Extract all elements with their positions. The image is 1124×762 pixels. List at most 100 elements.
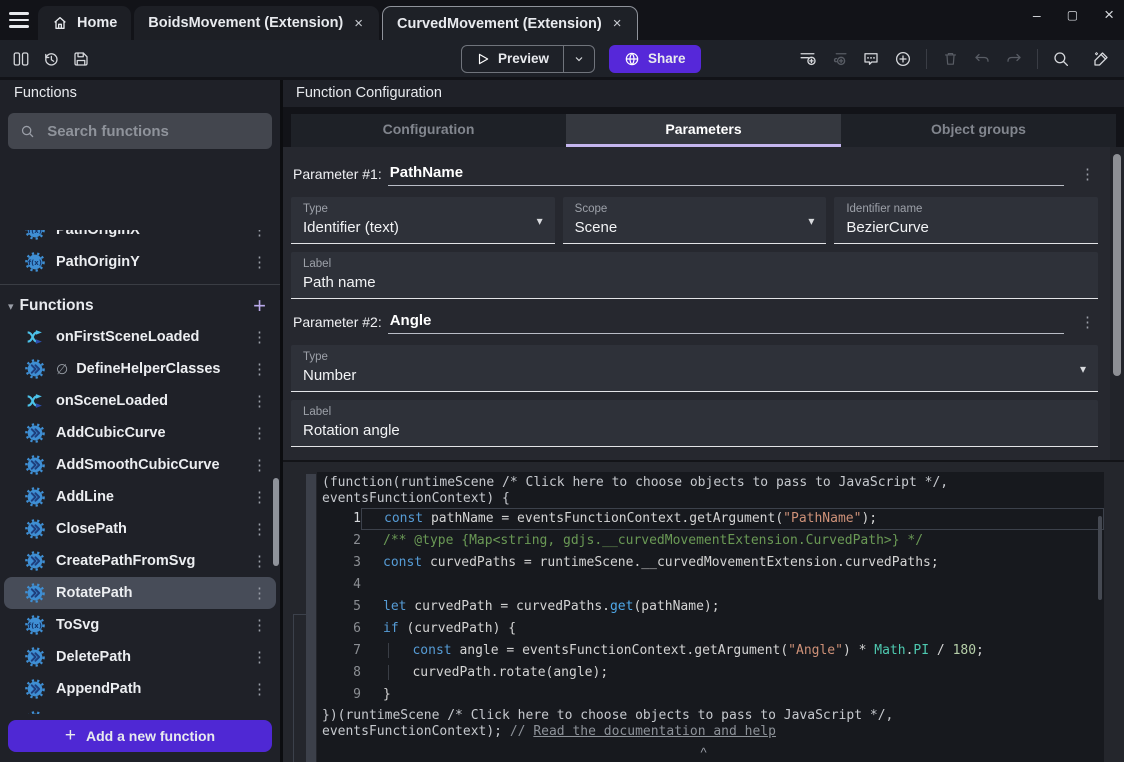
tab-object-groups[interactable]: Object groups bbox=[841, 114, 1116, 147]
parameter-kebab-icon[interactable]: ⋮ bbox=[1080, 313, 1094, 334]
kebab-menu-icon[interactable]: ⋮ bbox=[252, 520, 266, 538]
kebab-menu-icon[interactable]: ⋮ bbox=[252, 230, 266, 239]
maximize-icon[interactable]: ▢ bbox=[1067, 9, 1078, 21]
action-gear-icon bbox=[24, 422, 46, 444]
sidebar-item-pathoriginx[interactable]: f(x)PathOriginX⋮ bbox=[4, 230, 276, 246]
kebab-menu-icon[interactable]: ⋮ bbox=[252, 456, 266, 474]
event-drag-handle[interactable] bbox=[306, 474, 316, 762]
sidebar-item-tosvg[interactable]: f(x)ToSvg⋮ bbox=[4, 609, 276, 641]
theme-brush-icon[interactable] bbox=[1086, 46, 1116, 72]
kebab-menu-icon[interactable]: ⋮ bbox=[252, 328, 266, 346]
close-tab-icon[interactable]: × bbox=[352, 15, 365, 32]
search-icon[interactable] bbox=[1046, 46, 1076, 72]
add-subevent-icon[interactable] bbox=[824, 46, 854, 72]
close-tab-icon[interactable]: × bbox=[611, 15, 624, 32]
code-line-7[interactable]: 7 const angle = eventsFunctionContext.ge… bbox=[317, 640, 1104, 662]
cross-arrows-icon bbox=[24, 326, 46, 348]
kebab-menu-icon[interactable]: ⋮ bbox=[252, 392, 266, 410]
sidebar-item-rotatepath[interactable]: RotatePath⋮ bbox=[4, 577, 276, 609]
code-line-2[interactable]: 2/** @type {Map<string, gdjs.__curvedMov… bbox=[317, 530, 1104, 552]
dropdown-field-scope[interactable]: ScopeScene▾ bbox=[563, 197, 827, 244]
code-line-3[interactable]: 3const curvedPaths = runtimeScene.__curv… bbox=[317, 552, 1104, 574]
action-gear-icon bbox=[24, 486, 46, 508]
add-comment-icon[interactable] bbox=[856, 46, 886, 72]
sidebar-item-duplicatedpath[interactable]: DuplicatedPath⋮ bbox=[4, 705, 276, 714]
sidebar-item-onsceneloaded[interactable]: onSceneLoaded⋮ bbox=[4, 385, 276, 417]
sidebar-item-addcubiccurve[interactable]: AddCubicCurve⋮ bbox=[4, 417, 276, 449]
kebab-menu-icon[interactable]: ⋮ bbox=[252, 488, 266, 506]
code-scrollbar-thumb[interactable] bbox=[1098, 516, 1102, 600]
dropdown-field-type[interactable]: TypeNumber▾ bbox=[291, 345, 1098, 392]
kebab-menu-icon[interactable]: ⋮ bbox=[252, 712, 266, 714]
minimize-icon[interactable]: – bbox=[1033, 8, 1041, 22]
code-line-9[interactable]: 9} bbox=[317, 684, 1104, 706]
parameter-name-input[interactable]: Angle bbox=[388, 312, 1064, 334]
tab-curvedmovement[interactable]: CurvedMovement (Extension) × bbox=[382, 6, 638, 40]
js-code-editor[interactable]: (function(runtimeScene /* Click here to … bbox=[317, 472, 1104, 762]
preview-options-icon[interactable] bbox=[564, 53, 594, 65]
code-line-8[interactable]: 8 curvedPath.rotate(angle); bbox=[317, 662, 1104, 684]
sidebar-item-createpathfromsvg[interactable]: CreatePathFromSvg⋮ bbox=[4, 545, 276, 577]
text-field-label[interactable]: LabelRotation angle bbox=[291, 400, 1098, 447]
history-icon[interactable] bbox=[36, 46, 66, 72]
code-line-1[interactable]: 1const pathName = eventsFunctionContext.… bbox=[317, 508, 1104, 530]
search-input[interactable] bbox=[45, 122, 260, 141]
configuration-tabs: ConfigurationParametersObject groups bbox=[291, 114, 1116, 147]
main-menu-icon[interactable] bbox=[0, 3, 38, 37]
documentation-link[interactable]: Read the documentation and help bbox=[533, 724, 776, 739]
add-new-function-button[interactable]: + Add a new function bbox=[8, 720, 272, 752]
delete-icon[interactable] bbox=[935, 46, 965, 72]
collapse-caret-icon[interactable]: ▾ bbox=[8, 300, 14, 313]
kebab-menu-icon[interactable]: ⋮ bbox=[252, 552, 266, 570]
add-function-plus-icon[interactable]: + bbox=[253, 295, 266, 317]
kebab-menu-icon[interactable]: ⋮ bbox=[252, 616, 266, 634]
tab-configuration[interactable]: Configuration bbox=[291, 114, 566, 147]
code-line-6[interactable]: 6if (curvedPath) { bbox=[317, 618, 1104, 640]
line-number: 5 bbox=[317, 596, 361, 618]
tab-home[interactable]: Home bbox=[38, 6, 131, 40]
functions-group-header[interactable]: ▾ Functions + bbox=[0, 291, 280, 321]
code-line-4[interactable]: 4 bbox=[317, 574, 1104, 596]
search-functions-box[interactable] bbox=[8, 113, 272, 149]
sidebar-item-addline[interactable]: AddLine⋮ bbox=[4, 481, 276, 513]
cross-arrows-icon bbox=[24, 390, 46, 412]
sidebar-item-definehelperclasses[interactable]: ∅DefineHelperClasses⋮ bbox=[4, 353, 276, 385]
tab-boidsmovement[interactable]: BoidsMovement (Extension) × bbox=[134, 6, 379, 40]
add-element-icon[interactable] bbox=[888, 46, 918, 72]
kebab-menu-icon[interactable]: ⋮ bbox=[252, 360, 266, 378]
add-event-icon[interactable] bbox=[792, 46, 822, 72]
sidebar-item-appendpath[interactable]: AppendPath⋮ bbox=[4, 673, 276, 705]
text-field-label[interactable]: LabelPath name bbox=[291, 252, 1098, 299]
caret-up-icon[interactable]: ^ bbox=[700, 745, 706, 760]
sidebar-item-closepath[interactable]: ClosePath⋮ bbox=[4, 513, 276, 545]
code-line-5[interactable]: 5let curvedPath = curvedPaths.get(pathNa… bbox=[317, 596, 1104, 618]
dropdown-field-type[interactable]: TypeIdentifier (text)▾ bbox=[291, 197, 555, 244]
parameter-kebab-icon[interactable]: ⋮ bbox=[1080, 165, 1094, 186]
sidebar-scrollbar-thumb[interactable] bbox=[273, 478, 279, 566]
close-window-icon[interactable]: × bbox=[1104, 6, 1114, 23]
undo-icon[interactable] bbox=[967, 46, 997, 72]
field-label: Scope bbox=[575, 203, 815, 215]
parameters-scrollbar-thumb[interactable] bbox=[1113, 154, 1121, 376]
redo-icon[interactable] bbox=[999, 46, 1029, 72]
parameter-index-label: Parameter #2: bbox=[293, 314, 382, 334]
kebab-menu-icon[interactable]: ⋮ bbox=[252, 253, 266, 271]
save-icon[interactable] bbox=[66, 46, 96, 72]
js-wrapper-footer: })(runtimeScene /* Click here to choose … bbox=[317, 706, 1104, 739]
parameter-name-input[interactable]: PathName bbox=[388, 164, 1064, 186]
kebab-menu-icon[interactable]: ⋮ bbox=[252, 648, 266, 666]
sidebar-item-pathoriginy[interactable]: f(x)PathOriginY⋮ bbox=[4, 246, 276, 278]
preview-button[interactable]: Preview bbox=[462, 51, 563, 66]
kebab-menu-icon[interactable]: ⋮ bbox=[252, 680, 266, 698]
text-field-identifier-name[interactable]: Identifier nameBezierCurve bbox=[834, 197, 1098, 244]
add-function-label: Add a new function bbox=[86, 728, 215, 744]
kebab-menu-icon[interactable]: ⋮ bbox=[252, 424, 266, 442]
sidebar-item-deletepath[interactable]: DeletePath⋮ bbox=[4, 641, 276, 673]
open-panels-icon[interactable] bbox=[6, 46, 36, 72]
sidebar-item-addsmoothcubiccurve[interactable]: AddSmoothCubicCurve⋮ bbox=[4, 449, 276, 481]
share-button[interactable]: Share bbox=[609, 45, 701, 73]
kebab-menu-icon[interactable]: ⋮ bbox=[252, 584, 266, 602]
svg-text:f(x): f(x) bbox=[28, 259, 42, 267]
sidebar-item-onfirstsceneloaded[interactable]: onFirstSceneLoaded⋮ bbox=[4, 321, 276, 353]
tab-parameters[interactable]: Parameters bbox=[566, 114, 841, 147]
